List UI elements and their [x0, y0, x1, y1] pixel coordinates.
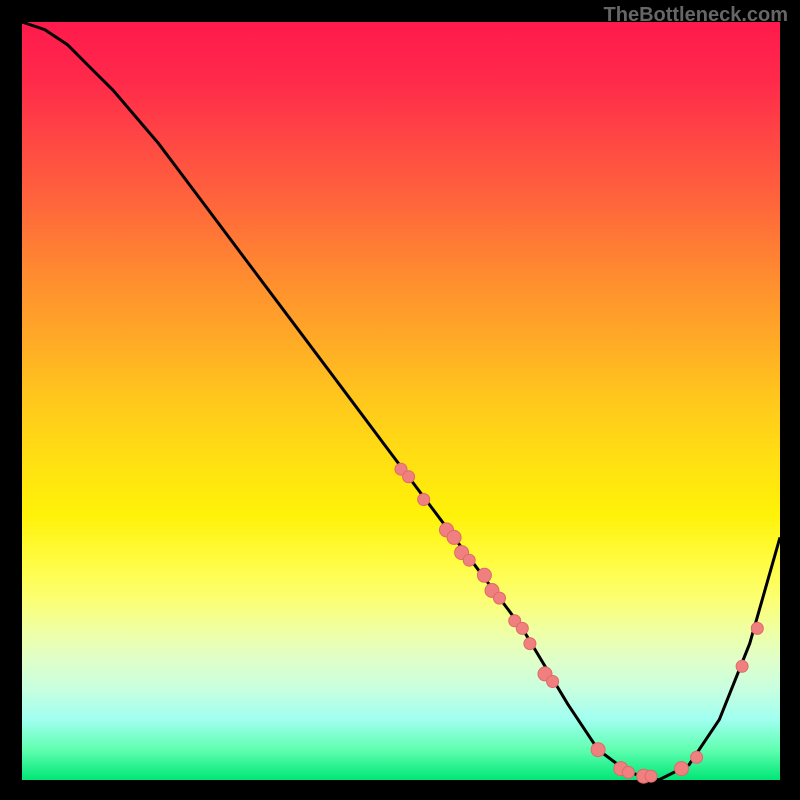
- data-marker: [736, 660, 748, 672]
- data-marker: [516, 622, 528, 634]
- data-marker: [418, 494, 430, 506]
- data-marker: [622, 766, 634, 778]
- data-marker: [751, 622, 763, 634]
- data-marker: [463, 554, 475, 566]
- data-marker: [547, 676, 559, 688]
- data-marker: [645, 770, 657, 782]
- data-marker: [403, 471, 415, 483]
- data-marker: [675, 762, 689, 776]
- data-marker: [691, 751, 703, 763]
- data-marker: [494, 592, 506, 604]
- chart-svg: [22, 22, 780, 780]
- data-marker: [524, 638, 536, 650]
- data-marker: [591, 743, 605, 757]
- watermark-text: TheBottleneck.com: [604, 4, 788, 27]
- data-marker: [477, 568, 491, 582]
- data-marker: [447, 530, 461, 544]
- bottleneck-curve: [22, 22, 780, 780]
